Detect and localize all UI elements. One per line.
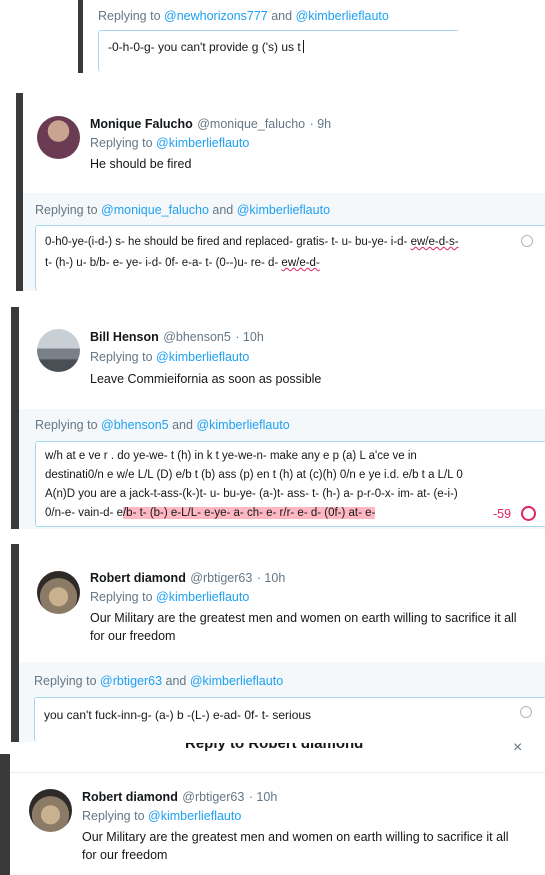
reply-composer[interactable]: 0-h0-ye-(i-d-) s- he should be fired and… [35,225,545,291]
replying-to-line: Replying to @kimberlieflauto [90,136,249,150]
panel-divider [78,0,83,73]
draft-line: destinati0/n e w/e L/L (D) e/b t (b) ass… [45,469,463,481]
tweet-text: Our Military are the greatest men and wo… [82,828,537,864]
replying-to-line: Replying to @kimberlieflauto [90,350,249,364]
replying-to-line: Replying to @newhorizons777 and @kimberl… [98,9,389,23]
mention-link[interactable]: @kimberlieflauto [237,203,330,217]
replying-prefix: Replying to [34,674,101,688]
tweet-line-1: Our Military are the greatest men and wo… [82,830,509,844]
mention-link[interactable]: @kimberlieflauto [190,674,283,688]
replying-prefix: Replying to [35,418,102,432]
reply-panel-newhorizons: Replying to @newhorizons777 and @kimberl… [78,0,458,73]
draft-line: 0-h0-ye-(i-d-) s- he should be fired and… [45,236,411,248]
reply-composer[interactable]: you can't fuck-inn-g- (a-) b -(L-) e-ad-… [34,697,545,742]
avatar[interactable] [37,329,80,372]
misspelled-word: ew/e-d- [281,257,320,269]
tweet-panel-robert: Robert diamond @rbtiger63 · 10h Replying… [11,544,545,742]
author-handle[interactable]: @monique_falucho [197,117,305,131]
mention-link[interactable]: @kimberlieflauto [156,590,249,604]
mention-link[interactable]: @bhenson5 [101,418,169,432]
replying-prefix: Replying to [90,136,157,150]
author-name[interactable]: Bill Henson [90,330,159,344]
tweet-header: Robert diamond @rbtiger63 · 10h [82,788,277,806]
author-name[interactable]: Monique Falucho [90,117,193,131]
modal-divider [10,772,545,773]
tweet-header: Bill Henson @bhenson5 · 10h [90,328,264,346]
mention-link[interactable]: @kimberlieflauto [156,350,249,364]
tweet-line-2: for our freedom [82,848,168,862]
misspelled-word: ew/e-d-s- [410,236,459,248]
author-handle[interactable]: @rbtiger63 [182,790,244,804]
tweet-header: Robert diamond @rbtiger63 · 10h [90,569,285,587]
author-handle[interactable]: @bhenson5 [163,330,231,344]
mention-link[interactable]: @newhorizons777 [164,9,268,23]
reply-replying-to: Replying to @bhenson5 and @kimberlieflau… [35,418,290,432]
tweet-text: Leave Commieifornia as soon as possible [90,372,322,386]
reply-composer[interactable]: w/h at e ve r . do ye-we- t (h) in k t y… [35,441,545,527]
author-handle[interactable]: @rbtiger63 [190,571,252,585]
tweet-header: Monique Falucho @monique_falucho · 9h [90,115,331,133]
panel-divider [11,544,19,742]
text-cursor [302,40,304,53]
tweet-time[interactable]: · 9h [310,117,332,131]
tweet-panel-monique: Monique Falucho @monique_falucho · 9h Re… [16,93,545,291]
replying-prefix: Replying to [90,350,157,364]
avatar[interactable] [37,116,80,159]
replying-to-line: Replying to @kimberlieflauto [90,590,249,604]
mention-link[interactable]: @kimberlieflauto [296,9,389,23]
replying-to-line: Replying to @kimberlieflauto [82,809,241,823]
mention-link[interactable]: @kimberlieflauto [156,136,249,150]
reply-modal: Reply to Robert diamond × Robert diamond… [0,742,545,875]
draft-line: t- (h-) u- b/b- e- ye- i-d- 0f- e-a- t- … [45,257,282,269]
emoji-icon[interactable] [521,235,533,247]
mention-link[interactable]: @rbtiger63 [100,674,162,688]
tweet-panel-bill: Bill Henson @bhenson5 · 10h Replying to … [11,307,545,529]
tweet-line-1: Our Military are the greatest men and wo… [90,611,517,625]
mention-link[interactable]: @kimberlieflauto [196,418,289,432]
and-text: and [208,203,237,217]
reply-draft-text: -0-h-0-g- you can't provide g ('s) us t [108,40,301,54]
avatar[interactable] [29,789,72,832]
draft-line: A(n)D you are a jack-t-ass-(k-)t- u- bu-… [45,488,458,500]
tweet-text: He should be fired [90,157,192,171]
panel-divider [16,93,23,291]
and-text: and [162,674,190,688]
tweet-time[interactable]: · 10h [257,571,286,585]
tweet-time[interactable]: · 10h [249,790,278,804]
and-text: and [267,9,296,23]
replying-prefix: Replying to [98,9,165,23]
emoji-icon[interactable] [520,706,532,718]
draft-line: w/h at e ve r . do ye-we- t (h) in k t y… [45,450,417,462]
draft-line: 0/n-e- vain-d- e [45,507,123,519]
reply-composer[interactable]: -0-h-0-g- you can't provide g ('s) us t [98,30,458,72]
character-counter: -59 [493,507,512,521]
replying-prefix: Replying to [82,809,149,823]
tweet-line-2: for our freedom [90,629,176,643]
avatar[interactable] [37,571,80,614]
reply-replying-to: Replying to @monique_falucho and @kimber… [35,203,330,217]
panel-divider [11,307,19,529]
mention-link[interactable]: @kimberlieflauto [148,809,241,823]
and-text: and [168,418,197,432]
modal-title: Reply to Robert diamond [185,742,364,752]
reply-draft-text: you can't fuck-inn-g- (a-) b -(L-) e-ad-… [44,708,312,722]
replying-prefix: Replying to [90,590,157,604]
reply-replying-to: Replying to @rbtiger63 and @kimberliefla… [34,674,283,688]
mention-link[interactable]: @monique_falucho [101,203,209,217]
over-limit-text: /b- t- (b-) e-L/L- e-ye- a- ch- e- r/r- … [122,507,376,519]
tweet-time[interactable]: · 10h [235,330,264,344]
author-name[interactable]: Robert diamond [90,571,186,585]
panel-divider [0,754,10,875]
close-icon[interactable]: × [513,742,522,757]
replying-prefix: Replying to [35,203,102,217]
progress-ring-icon [521,506,536,521]
tweet-text: Our Military are the greatest men and wo… [90,609,540,645]
author-name[interactable]: Robert diamond [82,790,178,804]
